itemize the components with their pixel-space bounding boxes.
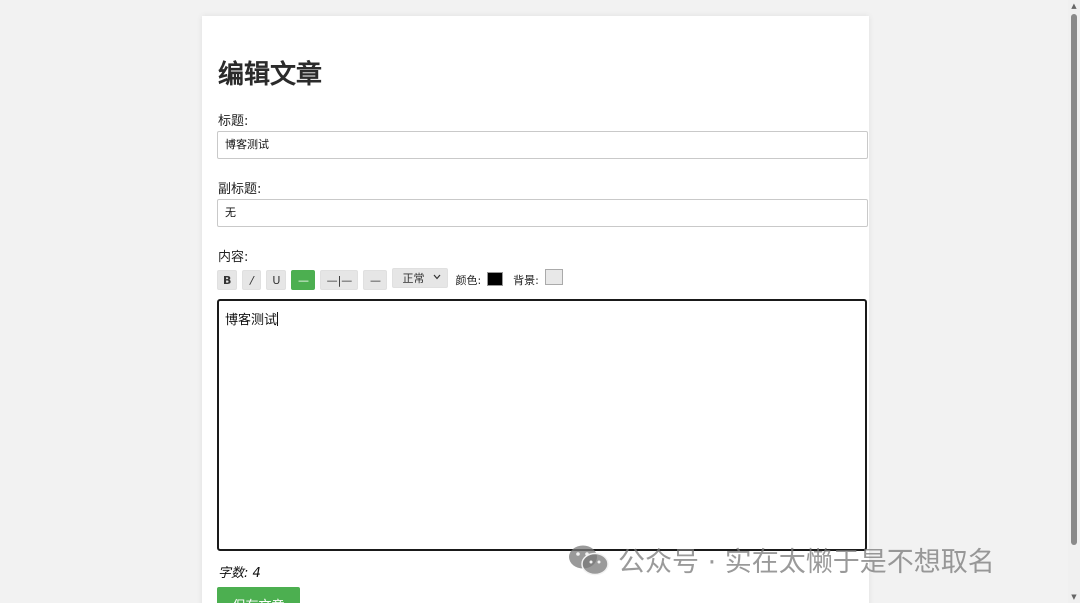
page-title: 编辑文章	[218, 60, 323, 90]
title-input[interactable]: 博客测试	[217, 131, 868, 159]
content-label: 内容:	[218, 250, 249, 265]
word-count: 字数: 4	[218, 566, 261, 581]
subtitle-input[interactable]: 无	[217, 199, 868, 227]
title-label: 标题:	[218, 114, 249, 129]
content-text: 博客测试	[225, 313, 278, 328]
horizontal-rule-button[interactable]: —|—	[320, 270, 359, 290]
strikethrough-button[interactable]: —	[291, 270, 316, 290]
edit-article-card: 编辑文章 标题: 博客测试 副标题: 无 内容: B / U — —|— — 正…	[202, 16, 869, 603]
bold-button[interactable]: B	[217, 270, 238, 290]
content-editor[interactable]: 博客测试	[217, 299, 867, 551]
wechat-icon	[569, 545, 609, 575]
watermark-text: 公众号 · 实在太懒于是不想取名	[618, 547, 995, 578]
scrollbar-thumb[interactable]	[1071, 14, 1077, 545]
format-select[interactable]: 正常	[392, 268, 449, 288]
background-color-picker[interactable]	[544, 269, 563, 285]
subtitle-label: 副标题:	[218, 182, 262, 197]
italic-button[interactable]: /	[242, 270, 262, 290]
underline-button[interactable]: U	[266, 270, 287, 290]
watermark: 公众号 · 实在太懒于是不想取名	[568, 540, 995, 579]
scroll-down-arrow-icon[interactable]: ▼	[1068, 591, 1080, 603]
page-root: 编辑文章 标题: 博客测试 副标题: 无 内容: B / U — —|— — 正…	[0, 0, 1080, 603]
background-color-label: 背景:	[513, 274, 539, 287]
format-select-value: 正常	[402, 272, 425, 285]
scroll-up-arrow-icon[interactable]: ▲	[1068, 0, 1080, 12]
text-color-label: 颜色:	[455, 274, 482, 287]
editor-toolbar: B / U — —|— — 正常 颜色: 背景:	[217, 268, 573, 292]
text-color-picker[interactable]	[487, 272, 504, 286]
chevron-down-icon	[433, 273, 441, 283]
text-caret	[277, 312, 279, 326]
save-article-button[interactable]: 保存文章	[217, 587, 300, 603]
vertical-scrollbar[interactable]: ▲ ▼	[1068, 0, 1080, 603]
line-button[interactable]: —	[363, 270, 388, 290]
